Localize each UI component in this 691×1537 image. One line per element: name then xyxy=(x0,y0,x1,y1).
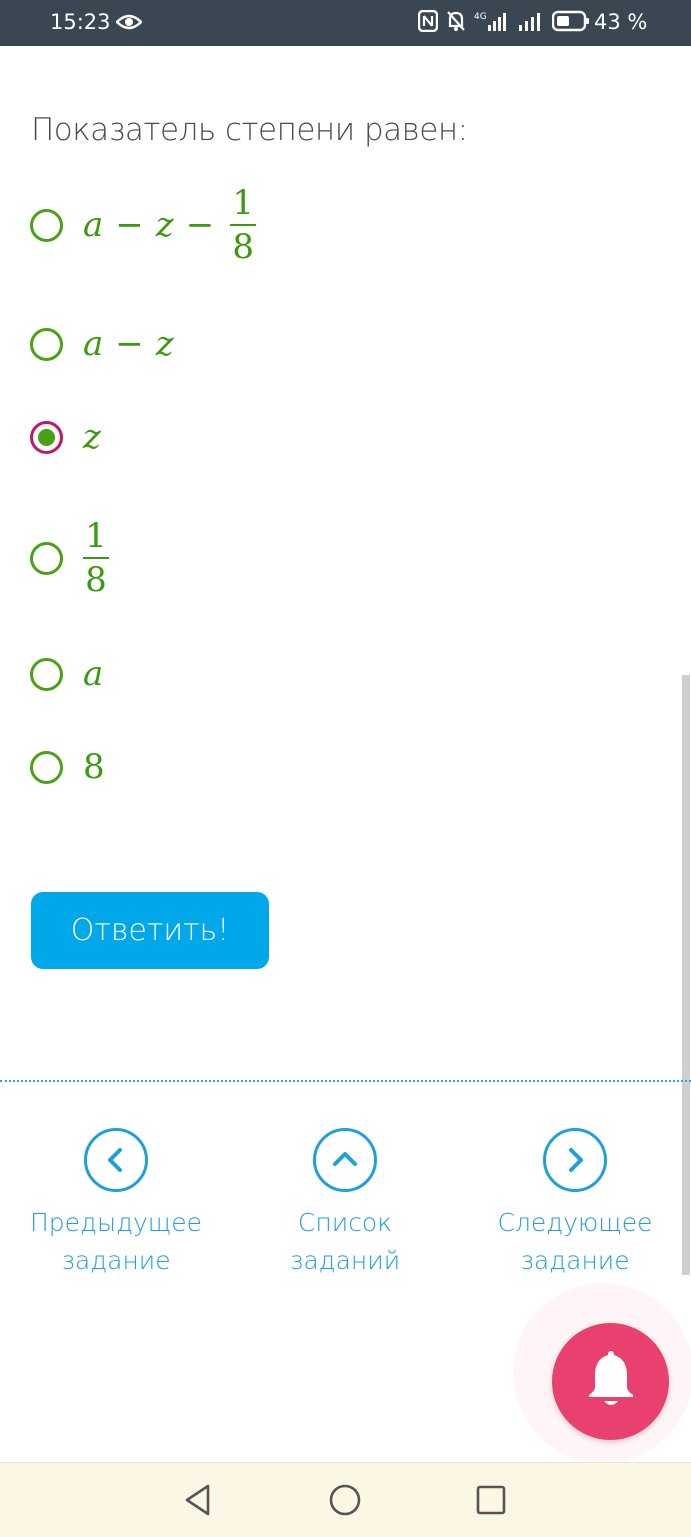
math-variable: a xyxy=(83,324,104,364)
fraction-numerator: 1 xyxy=(85,516,107,556)
prev-task-label-line2[interactable]: задание xyxy=(16,1242,216,1280)
task-list-link[interactable]: Список заданий xyxy=(245,1128,445,1280)
option-expression: 1 8 xyxy=(83,518,109,598)
radio-button[interactable] xyxy=(30,750,63,784)
status-bar: 15:23 4G 43 % xyxy=(0,0,691,46)
nfc-icon xyxy=(417,9,439,37)
recents-square-icon[interactable] xyxy=(475,1483,507,1522)
radio-button[interactable] xyxy=(30,657,63,691)
svg-text:4G: 4G xyxy=(474,12,487,22)
fraction-denominator: 8 xyxy=(232,227,255,267)
battery-icon xyxy=(551,10,590,37)
eye-icon xyxy=(115,12,143,37)
math-variable: z xyxy=(83,417,101,457)
math-number: 8 xyxy=(83,747,105,787)
signal-icon xyxy=(518,10,544,37)
next-task-label-line2[interactable]: задание xyxy=(475,1242,675,1280)
math-variable: z xyxy=(155,324,174,364)
battery-percent: 43 % xyxy=(594,10,648,34)
task-list-label-line1[interactable]: Список xyxy=(245,1204,445,1242)
fraction-bar xyxy=(83,557,109,559)
math-operator: − xyxy=(115,324,144,364)
section-divider xyxy=(0,1080,691,1082)
chevron-up-icon[interactable] xyxy=(313,1128,377,1192)
fraction-numerator: 1 xyxy=(232,183,255,223)
mute-bell-icon xyxy=(446,10,466,37)
submit-answer-button[interactable]: Ответить! xyxy=(31,892,269,969)
radio-button[interactable] xyxy=(30,541,63,575)
math-variable: z xyxy=(155,205,174,245)
math-variable: a xyxy=(83,205,104,245)
answer-option-4[interactable]: 1 8 xyxy=(30,516,109,600)
back-triangle-icon[interactable] xyxy=(182,1483,214,1522)
question-text: Показатель степени равен: xyxy=(31,112,468,148)
chevron-right-icon[interactable] xyxy=(543,1128,607,1192)
chevron-left-icon[interactable] xyxy=(84,1128,148,1192)
next-task-link[interactable]: Следующее задание xyxy=(475,1128,675,1280)
system-navigation-bar xyxy=(0,1462,691,1537)
math-fraction: 1 8 xyxy=(230,183,257,267)
answer-option-2[interactable]: a − z xyxy=(30,320,174,368)
notification-bell-button[interactable] xyxy=(552,1323,669,1440)
signal-4g-icon: 4G xyxy=(474,10,510,37)
option-expression: a − z xyxy=(83,324,174,364)
answer-option-6[interactable]: 8 xyxy=(30,743,105,791)
math-operator: − xyxy=(185,205,215,245)
answer-option-1[interactable]: a − z − 1 8 xyxy=(30,183,257,267)
prev-task-link[interactable]: Предыдущее задание xyxy=(16,1128,216,1280)
scrollbar[interactable] xyxy=(682,675,690,1275)
status-time: 15:23 xyxy=(50,10,111,34)
math-operator: − xyxy=(115,205,144,245)
answer-option-3[interactable]: z xyxy=(30,413,101,461)
option-expression: 8 xyxy=(83,747,105,787)
task-list-label-line2[interactable]: заданий xyxy=(245,1242,445,1280)
radio-button[interactable] xyxy=(30,327,63,361)
math-fraction: 1 8 xyxy=(83,518,109,598)
option-expression: a − z − 1 8 xyxy=(83,183,257,267)
home-circle-icon[interactable] xyxy=(328,1483,362,1522)
next-task-label-line1[interactable]: Следующее xyxy=(475,1204,675,1242)
radio-button-selected[interactable] xyxy=(30,420,63,454)
option-expression: z xyxy=(83,417,101,457)
fraction-denominator: 8 xyxy=(85,560,107,600)
answer-option-5[interactable]: a xyxy=(30,650,103,698)
math-variable: a xyxy=(83,654,104,694)
radio-button[interactable] xyxy=(30,208,63,242)
prev-task-label-line1[interactable]: Предыдущее xyxy=(16,1204,216,1242)
option-expression: a xyxy=(83,654,103,694)
fraction-bar xyxy=(230,224,257,226)
bell-icon xyxy=(581,1347,641,1416)
